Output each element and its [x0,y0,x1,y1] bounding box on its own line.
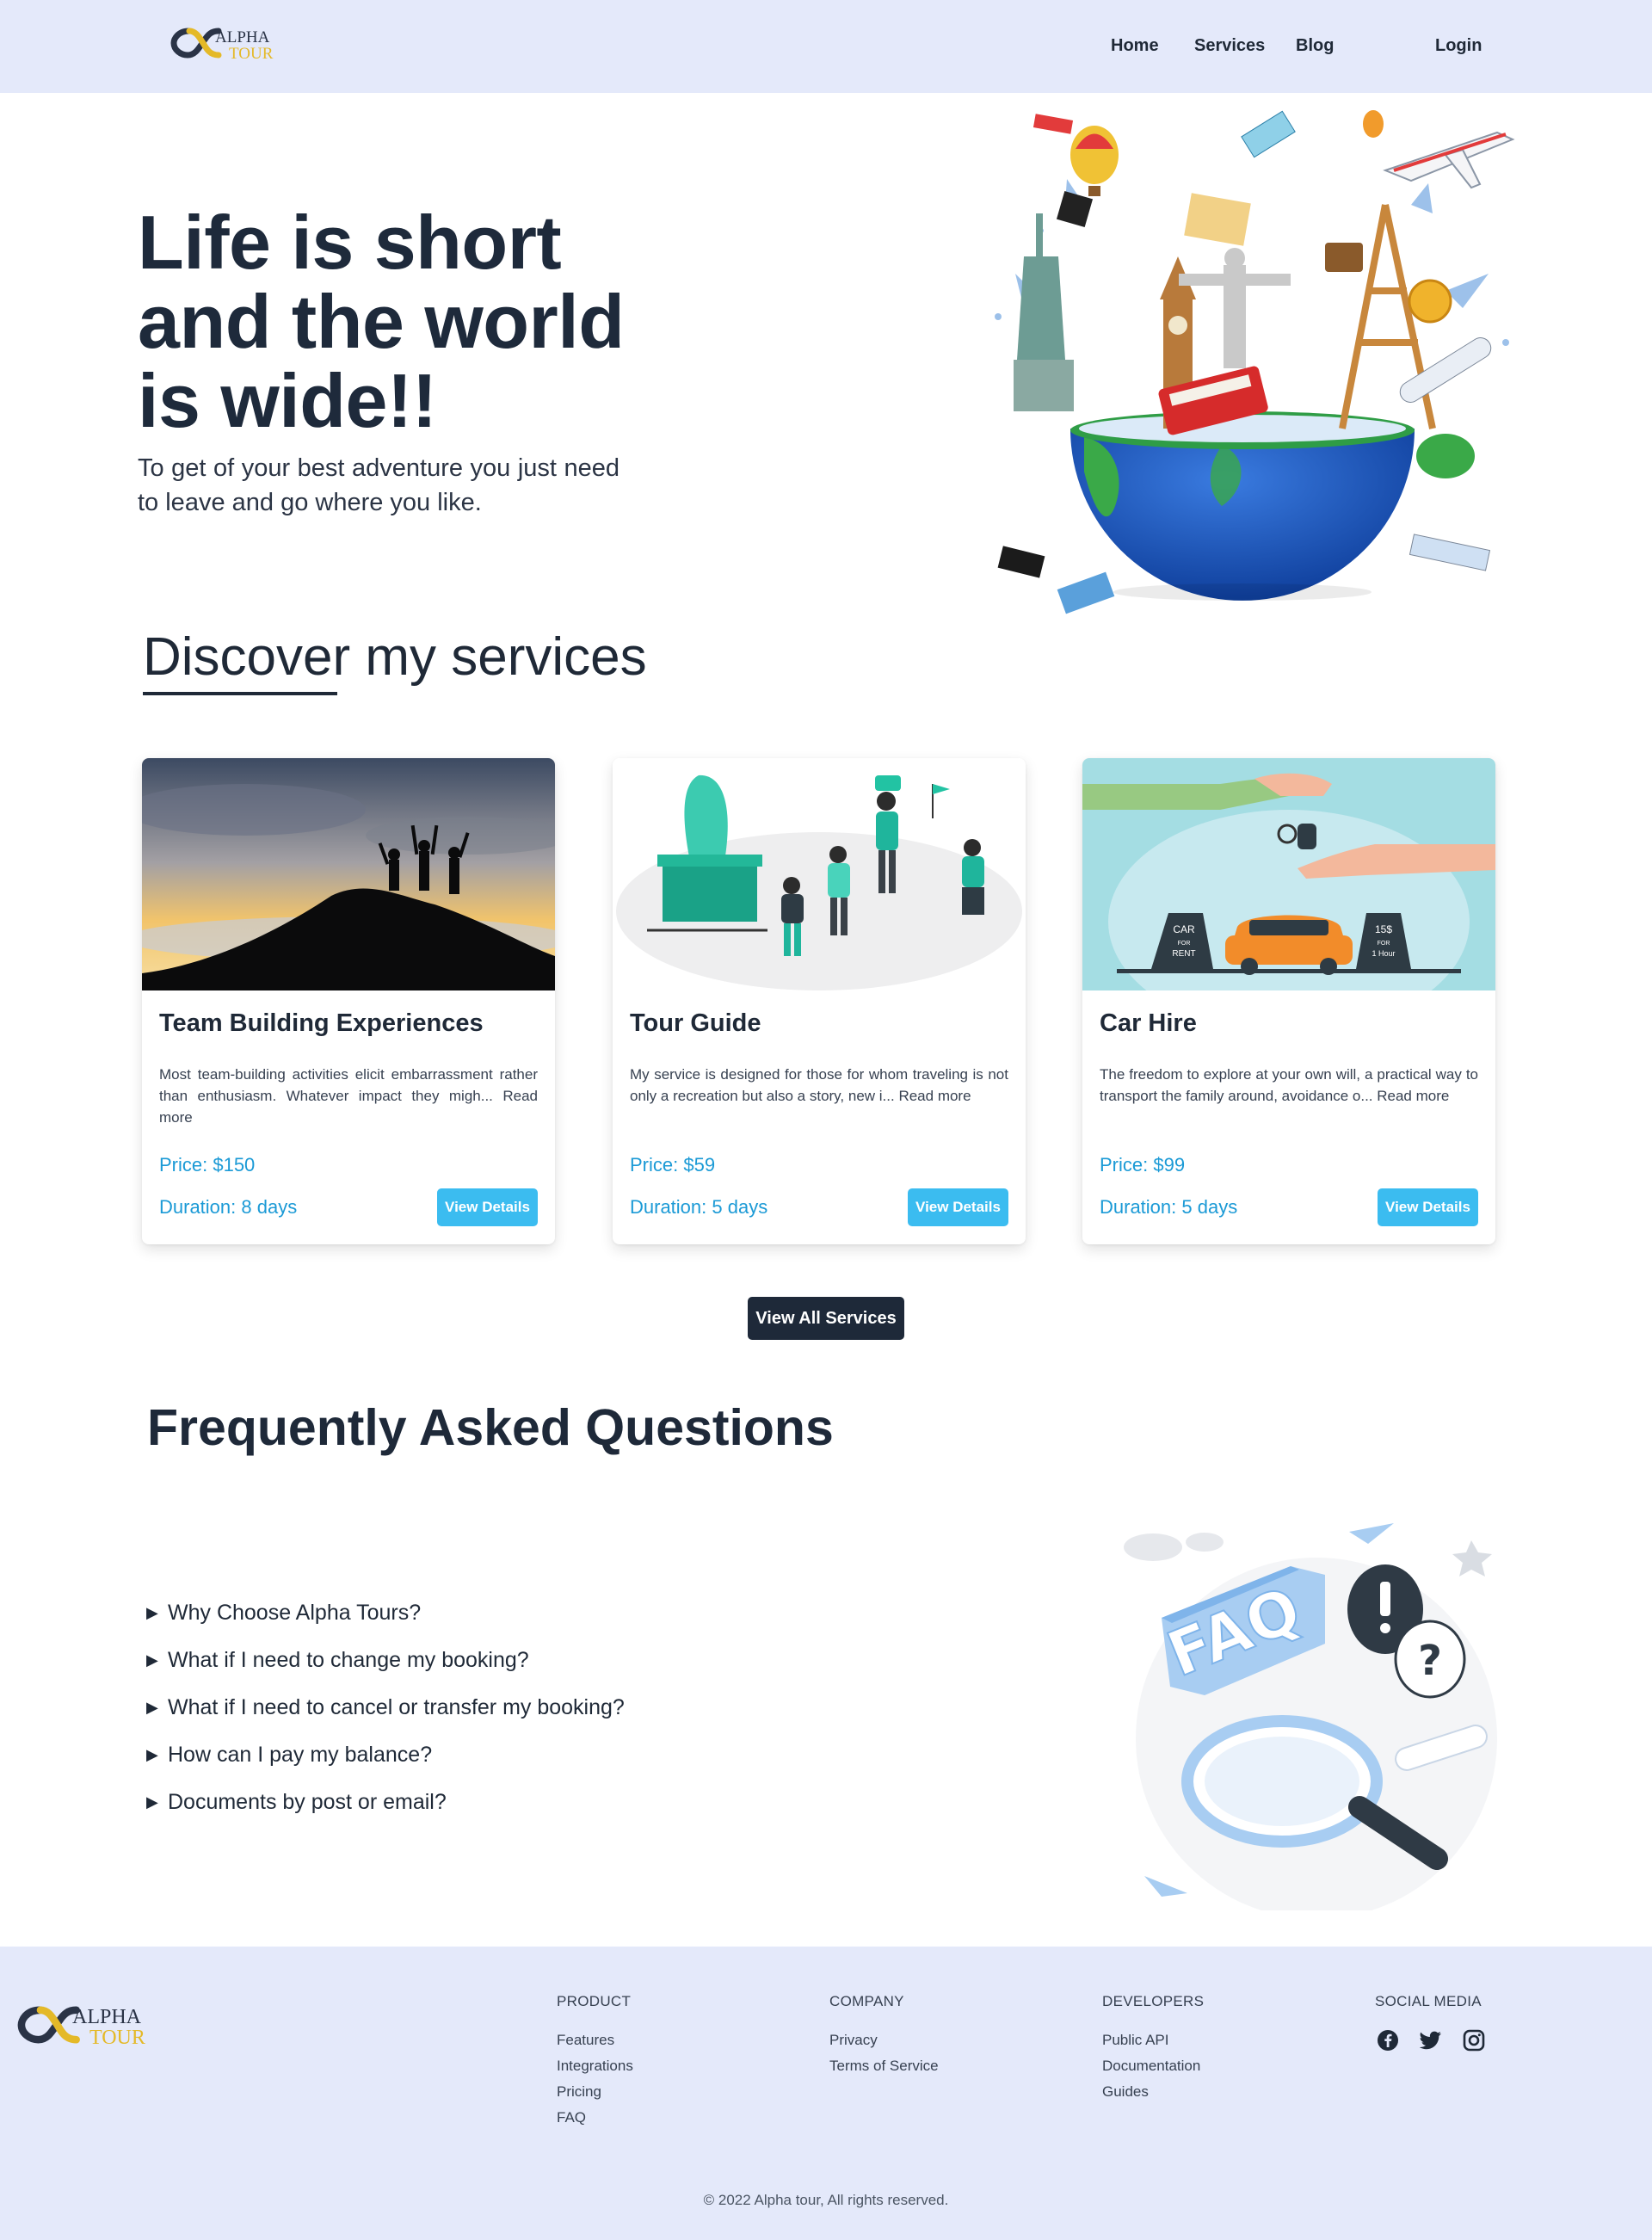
card-price: Price: $150 [159,1154,256,1176]
footer-link-documentation[interactable]: Documentation [1102,2053,1204,2079]
disclosure-triangle-icon: ▶ [146,1604,158,1621]
card-image-mountain-summit [142,758,555,990]
navbar: ALPHA TOUR Home Services Blog Login [0,0,1652,93]
footer-heading: SOCIAL MEDIA [1375,1993,1482,2009]
disclosure-triangle-icon: ▶ [146,1746,158,1763]
footer-heading: PRODUCT [557,1993,632,2009]
faq-item[interactable]: ▶ Why Choose Alpha Tours? [146,1601,421,1626]
nav-blog[interactable]: Blog [1296,36,1334,56]
card-image-tour-guide [613,758,1026,990]
nav-services[interactable]: Services [1194,36,1265,56]
footer-brand-logo[interactable]: ALPHA TOUR [17,2003,145,2051]
footer: ALPHA TOUR PRODUCT Features Integrations… [0,1947,1652,2240]
footer-link-features[interactable]: Features [557,2027,633,2053]
sign-left-line2: FOR [1178,941,1191,947]
svg-text:?: ? [1418,1637,1442,1685]
card-duration: Duration: 5 days [630,1196,768,1218]
service-card-tour-guide: Tour Guide My service is designed for th… [613,758,1026,1244]
disclosure-triangle-icon: ▶ [146,1699,158,1716]
view-details-button[interactable]: View Details [1378,1188,1478,1226]
nav-login[interactable]: Login [1435,36,1482,56]
footer-heading: DEVELOPERS [1102,1993,1205,2009]
faq-item[interactable]: ▶ What if I need to cancel or transfer my… [146,1695,625,1720]
hero-travel-illustration [964,102,1532,618]
disclosure-triangle-icon: ▶ [146,1793,158,1811]
view-details-button[interactable]: View Details [437,1188,538,1226]
sign-left-line3: RENT [1172,949,1195,959]
card-description: The freedom to explore at your own will,… [1100,1066,1478,1104]
card-image-car-rental: CAR FOR RENT 15$ FOR 1 Hour [1082,758,1495,990]
footer-link-faq[interactable]: FAQ [557,2105,633,2131]
twitter-icon[interactable] [1418,2027,1444,2053]
footer-developers-column: DEVELOPERS Public API Documentation Guid… [1102,1993,1204,2105]
footer-link-integrations[interactable]: Integrations [557,2053,633,2079]
service-card-car-hire: CAR FOR RENT 15$ FOR 1 Hour Car Hire The… [1082,758,1495,1244]
footer-link-terms[interactable]: Terms of Service [829,2053,939,2079]
card-description: My service is designed for those for who… [630,1066,1008,1104]
sign-left-line1: CAR [1173,923,1195,935]
footer-product-column: PRODUCT Features Integrations Pricing FA… [557,1993,633,2131]
faq-item[interactable]: ▶ Documents by post or email? [146,1790,447,1815]
card-price: Price: $99 [1100,1154,1186,1176]
footer-social-column: SOCIAL MEDIA [1375,1993,1487,2053]
hero-subtitle: To get of your best adventure you just n… [138,454,620,516]
logo-line2: TOUR [89,2026,145,2049]
sign-right-line2: FOR [1378,941,1390,947]
service-card-team-building: Team Building Experiences Most team-buil… [142,758,555,1244]
copyright-text: © 2022 Alpha tour, All rights reserved. [703,2192,949,2208]
nav-home[interactable]: Home [1111,36,1159,56]
faq-illustration: FAQ ? [1110,1515,1506,1919]
services-heading-underline [143,692,337,695]
card-title: Tour Guide [630,1009,761,1037]
instagram-icon[interactable] [1461,2027,1487,2053]
logo-mark-icon [17,2003,83,2051]
sign-right-line1: 15$ [1375,923,1392,935]
view-all-services-button[interactable]: View All Services [748,1297,904,1340]
footer-link-privacy[interactable]: Privacy [829,2027,939,2053]
footer-link-guides[interactable]: Guides [1102,2079,1204,2105]
footer-company-column: COMPANY Privacy Terms of Service [829,1993,939,2079]
facebook-icon[interactable] [1375,2027,1401,2053]
card-price: Price: $59 [630,1154,716,1176]
footer-link-pricing[interactable]: Pricing [557,2079,633,2105]
faq-item[interactable]: ▶ How can I pay my balance? [146,1743,432,1768]
faq-title: Frequently Asked Questions [147,1399,834,1456]
logo-line1: ALPHA [72,2005,142,2028]
view-details-button[interactable]: View Details [908,1188,1008,1226]
footer-link-public-api[interactable]: Public API [1102,2027,1204,2053]
social-links [1375,2027,1487,2053]
sign-right-line3: 1 Hour [1372,949,1395,958]
card-description: Most team-building activities elicit emb… [159,1066,538,1126]
card-duration: Duration: 5 days [1100,1196,1238,1218]
card-title: Car Hire [1100,1009,1197,1037]
faq-item[interactable]: ▶ What if I need to change my booking? [146,1648,529,1673]
footer-heading: COMPANY [829,1993,904,2009]
card-duration: Duration: 8 days [159,1196,298,1218]
card-title: Team Building Experiences [159,1009,484,1037]
nav-links: Home Services Blog Login [0,36,1652,59]
services-heading: Discover my services [143,627,647,687]
disclosure-triangle-icon: ▶ [146,1651,158,1669]
hero-title: Life is short and the world is wide!! [138,200,625,443]
